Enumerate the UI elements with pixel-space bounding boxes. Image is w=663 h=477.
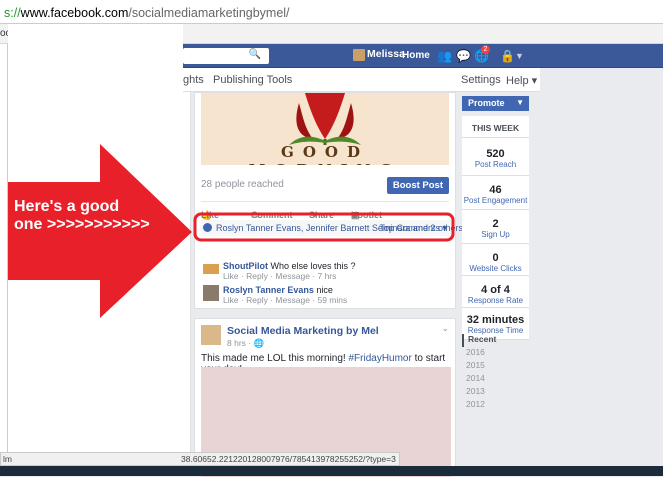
- os-taskbar: [0, 466, 663, 476]
- status-url: 38.60652.221220128007976/785413978255252…: [181, 454, 396, 464]
- browser-status-bar: lm 38.60652.221220128007976/785413978255…: [0, 452, 400, 466]
- highlight-box: [193, 212, 455, 242]
- arrow-annotation-text: Here's a good one >>>>>>>>>>>: [14, 198, 150, 233]
- annotation-layer: [8, 144, 455, 318]
